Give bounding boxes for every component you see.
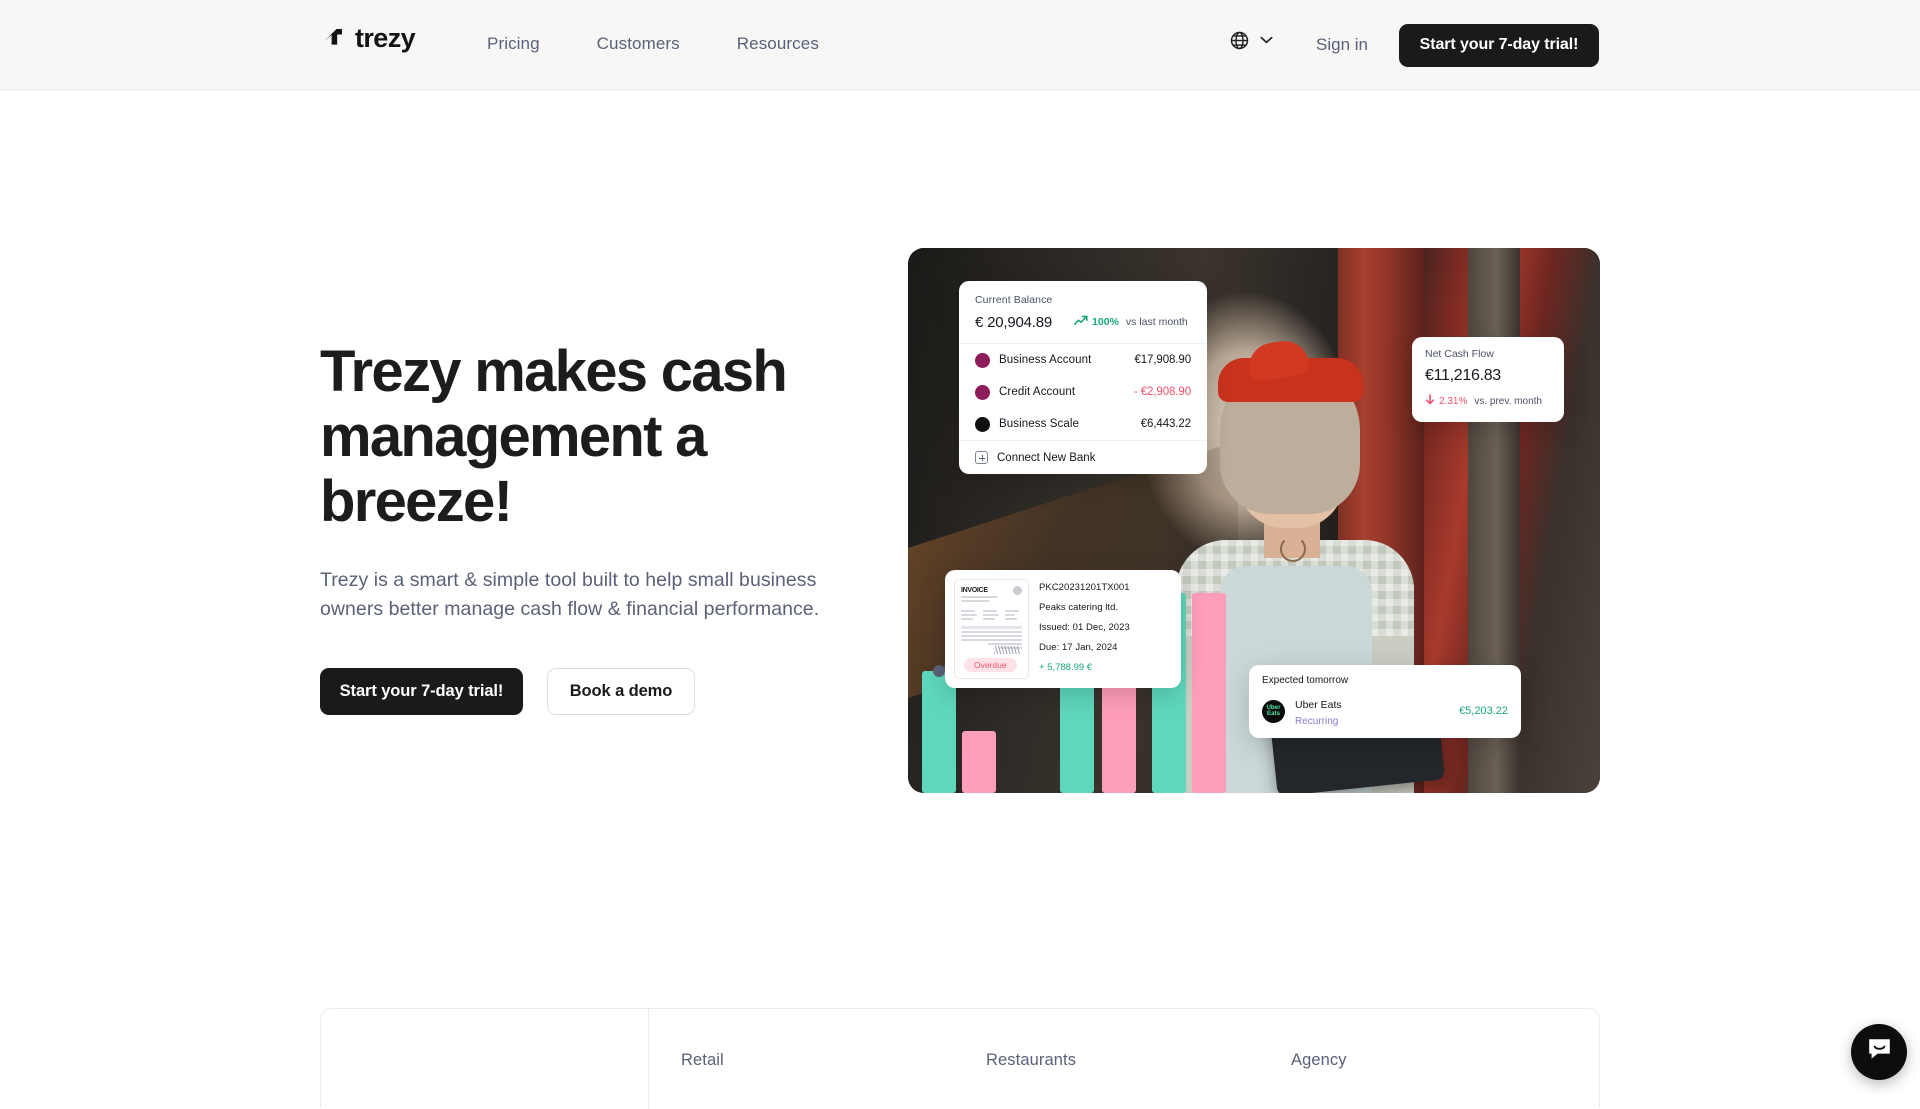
bank-logo-icon	[975, 416, 990, 432]
invoice-signature	[994, 646, 1020, 654]
hero-title: Trezy makes cash management a breeze!	[320, 339, 788, 534]
expected-tomorrow-card: Expected tomorrow Uber Eats Uber Eats Re…	[1249, 665, 1521, 738]
account-row[interactable]: Business Scale €6,443.22	[959, 408, 1207, 440]
invoice-thumb-seal-icon	[1013, 586, 1022, 595]
intercom-chat-icon	[1866, 1036, 1893, 1068]
status-badge: Overdue	[964, 658, 1017, 672]
current-balance-trend-note: vs last month	[1125, 316, 1188, 328]
language-selector[interactable]	[1229, 30, 1273, 51]
current-balance-card: Current Balance € 20,904.89 100% vs last…	[959, 281, 1207, 474]
nav-item-resources[interactable]: Resources	[737, 34, 819, 54]
current-balance-label: Current Balance	[975, 294, 1053, 306]
uber-eats-logo-icon: Uber Eats	[1262, 699, 1285, 723]
trezy-arrow-mark-icon	[320, 25, 346, 51]
net-cash-flow-trend-pct: 2.31%	[1439, 395, 1468, 407]
book-demo-button[interactable]: Book a demo	[547, 668, 695, 716]
net-cash-flow-label: Net Cash Flow	[1425, 348, 1494, 360]
nav-item-pricing[interactable]: Pricing	[487, 34, 540, 54]
net-cash-flow-trend-note: vs. prev. month	[1474, 395, 1542, 407]
trend-up-icon	[1074, 313, 1088, 331]
account-value: - €2,908.90	[1133, 386, 1191, 398]
invoice-due-date: Due: 17 Jan, 2024	[1039, 642, 1118, 653]
net-cash-flow-card: Net Cash Flow €11,216.83 2.31% vs. prev.…	[1412, 337, 1564, 422]
invoice-company: Peaks catering ltd.	[1039, 602, 1119, 613]
globe-icon	[1229, 30, 1250, 51]
bank-logo-icon	[975, 384, 990, 400]
header-trial-button[interactable]: Start your 7-day trial!	[1399, 23, 1599, 67]
site-header: trezy Pricing Customers Resources Sign i…	[0, 0, 1920, 90]
chevron-down-icon	[1260, 36, 1273, 44]
segment-tab-retail[interactable]: Retail	[681, 1051, 724, 1070]
account-value: €6,443.22	[1140, 418, 1191, 430]
invoice-card: INVOICE Overdue PKC20231201TX001 Peaks c…	[945, 570, 1181, 688]
bank-logo-icon	[975, 352, 990, 368]
segments-divider	[648, 1009, 649, 1109]
sign-in-link[interactable]: Sign in	[1316, 35, 1368, 55]
expected-tomorrow-label: Expected tomorrow	[1262, 675, 1349, 686]
net-cash-flow-amount: €11,216.83	[1425, 367, 1501, 384]
hero-subtitle: Trezy is a smart & simple tool built to …	[320, 568, 820, 621]
segment-tab-restaurants[interactable]: Restaurants	[986, 1051, 1076, 1070]
hero-actions: Start your 7-day trial! Book a demo	[320, 668, 920, 716]
expected-merchant-tag: Recurring	[1295, 716, 1339, 727]
invoice-amount: + 5,788.99 €	[1039, 662, 1093, 673]
invoice-reference: PKC20231201TX001	[1039, 582, 1130, 593]
segment-tab-agency[interactable]: Agency	[1291, 1051, 1347, 1070]
hero-copy: Trezy makes cash management a breeze! Tr…	[320, 339, 920, 716]
invoice-issued-date: Issued: 01 Dec, 2023	[1039, 622, 1130, 633]
account-name: Business Scale	[999, 418, 1080, 430]
main-nav: Pricing Customers Resources	[487, 34, 819, 54]
account-name: Business Account	[999, 354, 1092, 366]
account-row[interactable]: Business Account €17,908.90	[959, 344, 1207, 376]
account-row[interactable]: Credit Account - €2,908.90	[959, 376, 1207, 408]
hero-trial-button[interactable]: Start your 7-day trial!	[320, 668, 523, 716]
nav-item-customers[interactable]: Customers	[597, 34, 680, 54]
intercom-chat-button[interactable]	[1851, 1024, 1907, 1080]
segments-section: Retail Restaurants Agency	[320, 1008, 1600, 1109]
expected-merchant-name: Uber Eats	[1295, 699, 1342, 711]
current-balance-trend: 100%	[1074, 313, 1119, 331]
account-name: Credit Account	[999, 386, 1076, 398]
invoice-thumbnail: INVOICE Overdue	[954, 579, 1029, 679]
expected-amount: €5,203.22	[1459, 705, 1508, 717]
plus-square-icon	[975, 451, 988, 464]
connect-new-bank-label: Connect New Bank	[997, 451, 1096, 464]
current-balance-trend-pct: 100%	[1092, 316, 1119, 328]
account-value: €17,908.90	[1134, 354, 1191, 366]
current-balance-amount: € 20,904.89	[975, 313, 1053, 331]
uber-eats-logo-line2: Eats	[1266, 710, 1281, 717]
arrow-down-icon	[1425, 392, 1435, 410]
logo[interactable]: trezy	[320, 22, 416, 53]
logo-text: trezy	[355, 22, 416, 53]
connect-new-bank-button[interactable]: Connect New Bank	[959, 440, 1207, 474]
